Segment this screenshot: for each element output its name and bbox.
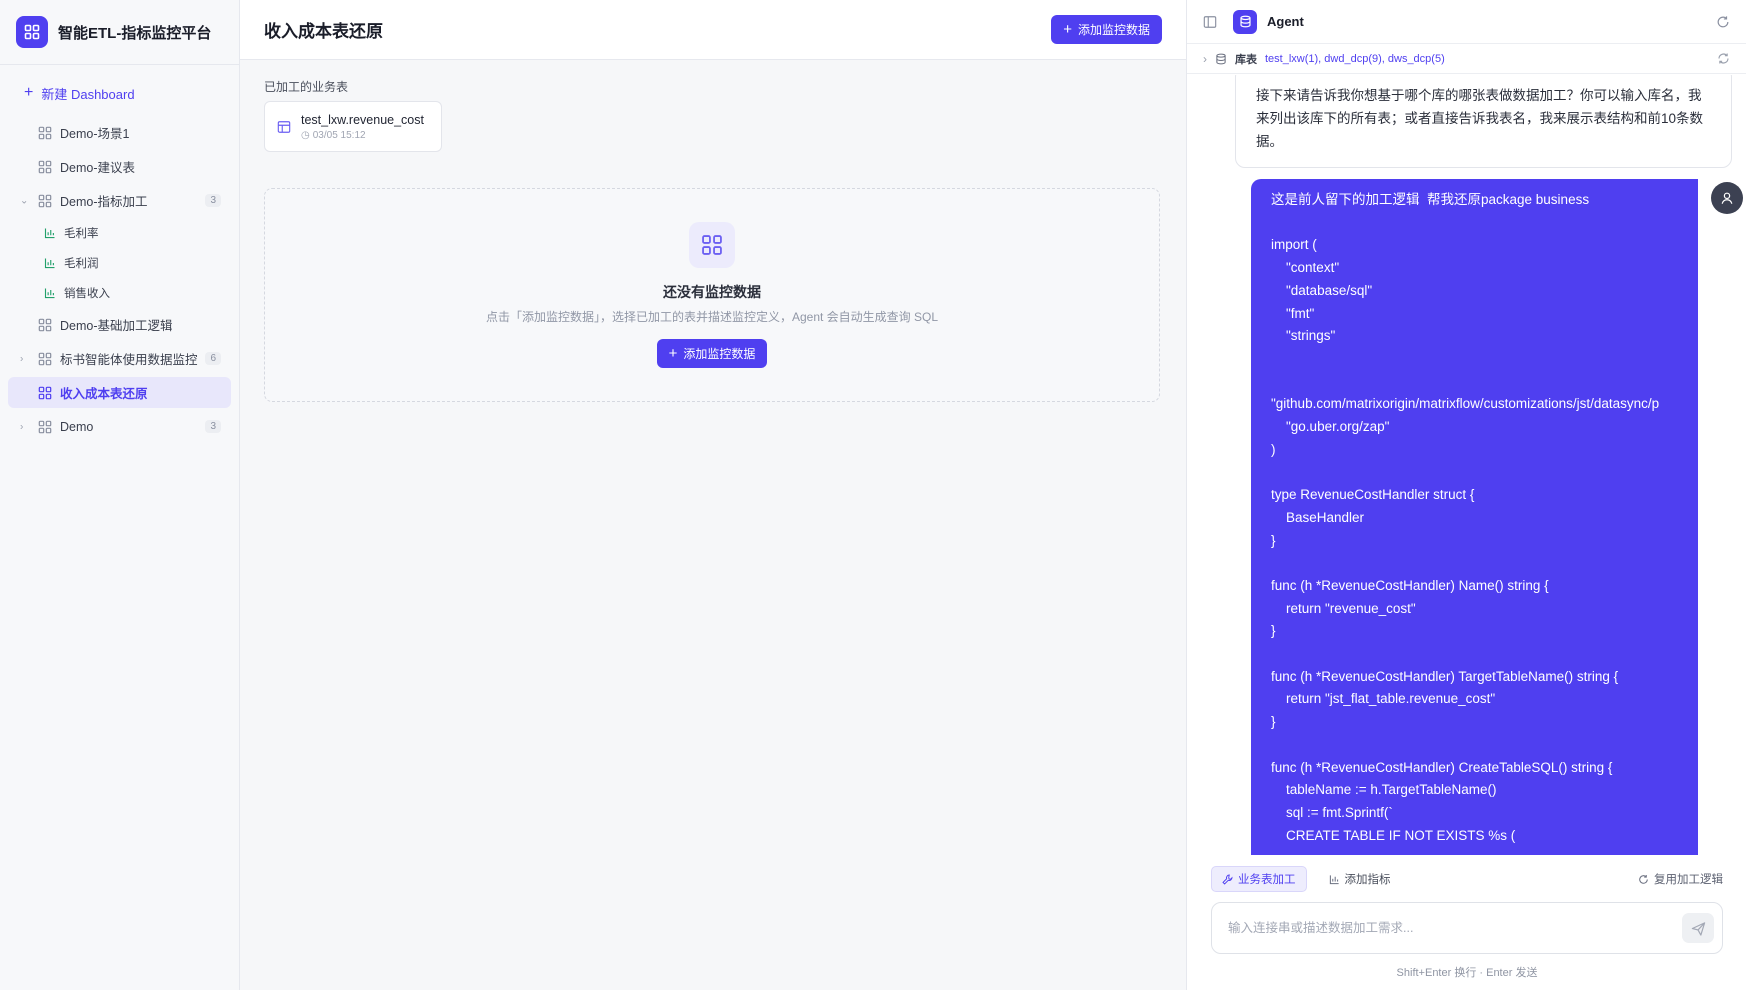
dashboard-icon xyxy=(38,386,52,399)
tab-label: 添加指标 xyxy=(1344,874,1391,886)
loop-icon xyxy=(1639,874,1648,884)
dashboard-icon xyxy=(38,160,52,173)
sidebar-item-label: 收入成本表还原 xyxy=(60,387,148,401)
sidebar-item-label: Demo-场景1 xyxy=(60,127,130,141)
database-list: test_lxw(1), dwd_dcp(9), dws_dcp(5) xyxy=(1265,52,1445,65)
app-title: 智能ETL-指标监控平台 xyxy=(58,24,212,42)
main-content: 收入成本表还原 + 添加监控数据 已加工的业务表 test_lxw.revenu… xyxy=(240,0,1186,990)
dashboard-logo-icon xyxy=(16,16,48,48)
sidebar-item-demo-basic-logic[interactable]: Demo-基础加工逻辑 xyxy=(8,309,231,340)
item-count-badge: 6 xyxy=(205,352,221,365)
chevron-down-icon[interactable]: ⌄ xyxy=(20,195,28,206)
page-title: 收入成本表还原 xyxy=(264,22,383,41)
table-timestamp: ◷ 03/05 15:12 xyxy=(301,130,424,141)
sidebar-item-label: Demo xyxy=(60,419,94,434)
reuse-logic-button[interactable]: 复用加工逻辑 xyxy=(1638,871,1723,887)
keyboard-hint: Shift+Enter 换行 · Enter 发送 xyxy=(1396,967,1538,979)
reset-icon[interactable] xyxy=(1716,15,1730,29)
sidebar-item-gross-profit[interactable]: 毛利润 xyxy=(8,249,231,276)
reuse-logic-label: 复用加工逻辑 xyxy=(1654,874,1723,886)
mode-tabs: 业务表加工 添加指标 复用加工逻辑 xyxy=(1187,855,1746,892)
agent-header: Agent xyxy=(1187,0,1746,44)
main-header: 收入成本表还原 + 添加监控数据 xyxy=(240,0,1186,60)
user-avatar-icon xyxy=(1711,182,1743,214)
sidebar-item-demo[interactable]: › Demo 3 xyxy=(8,411,231,442)
bar-chart-icon xyxy=(44,288,55,298)
item-count-badge: 3 xyxy=(205,194,221,207)
processed-tables-label: 已加工的业务表 xyxy=(264,80,349,94)
dashboard-icon xyxy=(38,126,52,139)
chevron-right-icon[interactable]: › xyxy=(1203,52,1207,66)
sidebar-item-sales-revenue[interactable]: 销售收入 xyxy=(8,279,231,306)
refresh-icon[interactable] xyxy=(1717,52,1730,65)
sidebar-item-label: Demo-基础加工逻辑 xyxy=(60,319,173,333)
item-count-badge: 3 xyxy=(205,420,221,433)
send-button[interactable] xyxy=(1682,913,1714,943)
processed-table-card[interactable]: test_lxw.revenue_cost ◷ 03/05 15:12 xyxy=(264,101,442,152)
empty-state-title: 还没有监控数据 xyxy=(663,284,761,300)
dashboard-icon xyxy=(38,420,52,433)
agent-composer: 业务表加工 添加指标 复用加工逻辑 Shift+Enter 换行 · Enter… xyxy=(1187,855,1746,990)
empty-add-monitor-data-label: 添加监控数据 xyxy=(683,347,756,361)
sidebar-item-gross-margin[interactable]: 毛利率 xyxy=(8,219,231,246)
dashboard-empty-icon xyxy=(689,222,735,268)
table-icon xyxy=(277,120,291,133)
tab-label: 业务表加工 xyxy=(1238,874,1296,886)
new-dashboard-label: 新建 Dashboard xyxy=(41,86,135,102)
send-icon xyxy=(1691,921,1705,936)
user-message: 这是前人留下的加工逻辑 帮我还原package business import … xyxy=(1251,179,1698,855)
sidebar-toggle-icon[interactable] xyxy=(1203,15,1217,29)
bar-chart-icon xyxy=(1329,874,1339,884)
agent-title: Agent xyxy=(1267,14,1304,29)
sidebar-item-label: 标书智能体使用数据监控 xyxy=(60,353,198,367)
sidebar-item-label: 毛利润 xyxy=(64,257,99,270)
empty-state-description: 点击「添加监控数据」，选择已加工的表并描述监控定义，Agent 会自动生成查询 … xyxy=(485,310,939,324)
dashboard-nav: Demo-场景1 Demo-建议表 ⌄ Demo-指标加工 3 毛利率 毛利润 … xyxy=(0,117,239,442)
sidebar-item-label: 毛利率 xyxy=(64,227,99,240)
chat-messages[interactable]: 接下来请告诉我你想基于哪个库的哪张表做数据加工？你可以输入库名，我来列出该库下的… xyxy=(1187,75,1746,855)
sidebar-item-demo-scene1[interactable]: Demo-场景1 xyxy=(8,117,231,148)
add-monitor-data-label: 添加监控数据 xyxy=(1077,23,1150,37)
plus-icon: + xyxy=(1063,21,1072,38)
plus-icon: + xyxy=(24,84,34,101)
bar-chart-icon xyxy=(44,258,55,268)
add-monitor-data-button[interactable]: + 添加监控数据 xyxy=(1051,15,1162,44)
empty-state: 还没有监控数据 点击「添加监控数据」，选择已加工的表并描述监控定义，Agent … xyxy=(264,188,1160,402)
tab-add-metric[interactable]: 添加指标 xyxy=(1319,866,1401,892)
sidebar-item-demo-suggest[interactable]: Demo-建议表 xyxy=(8,151,231,182)
empty-add-monitor-data-button[interactable]: + 添加监控数据 xyxy=(656,339,768,368)
chat-input[interactable] xyxy=(1228,921,1682,935)
brand: 智能ETL-指标监控平台 xyxy=(0,0,239,64)
sidebar-divider xyxy=(0,64,239,65)
wrench-icon xyxy=(1222,874,1233,885)
table-date: 03/05 15:12 xyxy=(312,129,366,141)
assistant-message: 接下来请告诉我你想基于哪个库的哪张表做数据加工？你可以输入库名，我来列出该库下的… xyxy=(1235,75,1732,168)
sidebar: 智能ETL-指标监控平台 + 新建 Dashboard Demo-场景1 Dem… xyxy=(0,0,240,990)
table-name: test_lxw.revenue_cost xyxy=(301,112,424,127)
dashboard-icon xyxy=(38,318,52,331)
sidebar-item-label: Demo-建议表 xyxy=(60,161,136,175)
agent-panel: Agent › 库表 test_lxw(1), dwd_dcp(9), dws_… xyxy=(1186,0,1746,990)
clock-icon: ◷ xyxy=(301,129,310,141)
sidebar-item-demo-metrics[interactable]: ⌄ Demo-指标加工 3 xyxy=(8,185,231,216)
dashboard-icon xyxy=(38,352,52,365)
bar-chart-icon xyxy=(44,228,55,238)
tab-business-table-processing[interactable]: 业务表加工 xyxy=(1211,866,1307,892)
new-dashboard-button[interactable]: + 新建 Dashboard xyxy=(8,75,231,111)
database-label: 库表 xyxy=(1235,53,1257,66)
plus-icon: + xyxy=(668,345,678,362)
database-icon xyxy=(1216,53,1226,64)
sidebar-item-revenue-cost-restore[interactable]: 收入成本表还原 xyxy=(8,377,231,408)
database-selector[interactable]: › 库表 test_lxw(1), dwd_dcp(9), dws_dcp(5) xyxy=(1187,44,1746,74)
chevron-right-icon[interactable]: › xyxy=(20,421,23,432)
database-icon xyxy=(1233,9,1257,34)
chevron-right-icon[interactable]: › xyxy=(20,353,23,364)
sidebar-item-bid-agent-monitor[interactable]: › 标书智能体使用数据监控 6 xyxy=(8,343,231,374)
sidebar-item-label: 销售收入 xyxy=(64,287,110,300)
sidebar-item-label: Demo-指标加工 xyxy=(60,195,148,209)
dashboard-icon xyxy=(38,194,52,207)
chat-input-box xyxy=(1211,902,1723,954)
